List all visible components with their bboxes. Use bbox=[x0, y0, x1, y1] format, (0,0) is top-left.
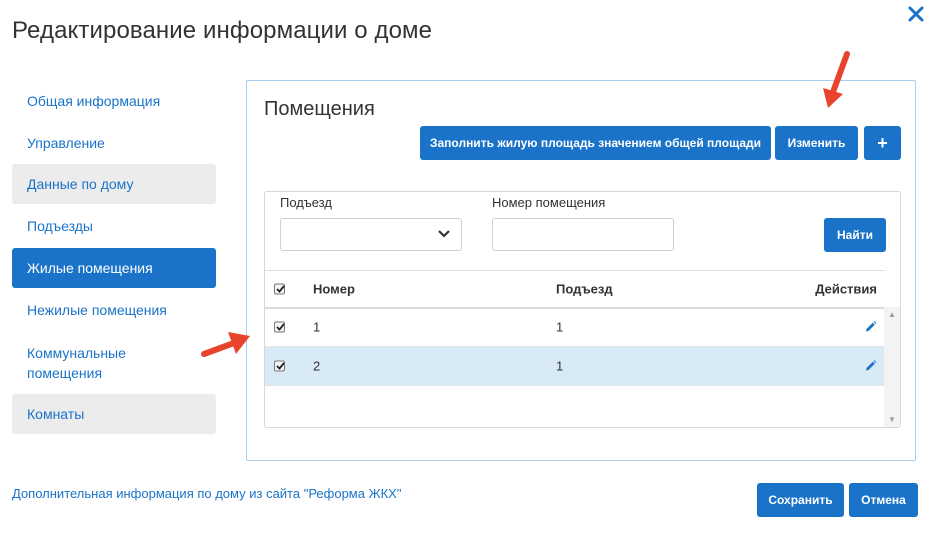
pencil-icon[interactable] bbox=[864, 321, 877, 334]
col-entrance-header[interactable]: Подъезд bbox=[556, 282, 613, 297]
table-scrollbar[interactable]: ▲ ▼ bbox=[884, 307, 900, 427]
sidebar-nav: Общая информация Управление Данные по до… bbox=[12, 80, 216, 434]
entrance-label: Подъезд bbox=[280, 195, 332, 210]
table-header: Номер Подъезд Действия bbox=[265, 270, 885, 309]
sidebar-item-house-data[interactable]: Данные по дому bbox=[12, 164, 216, 204]
reform-zhkh-link[interactable]: Дополнительная информация по дому из сай… bbox=[12, 486, 401, 501]
room-number-input[interactable] bbox=[492, 218, 674, 251]
save-button[interactable]: Сохранить bbox=[757, 483, 844, 517]
row-checkbox[interactable] bbox=[274, 360, 285, 372]
sidebar-item-general-info[interactable]: Общая информация bbox=[12, 80, 216, 122]
dialog-title: Редактирование информации о доме bbox=[12, 17, 433, 44]
sidebar-item-nonresidential[interactable]: Нежилые помещения bbox=[12, 288, 216, 332]
table-row[interactable]: 1 1 bbox=[265, 308, 885, 347]
select-all-checkbox[interactable] bbox=[274, 283, 285, 295]
annotation-arrow-icon bbox=[823, 51, 850, 108]
add-button[interactable]: + bbox=[864, 126, 901, 160]
fill-living-area-button[interactable]: Заполнить жилую площадь значением общей … bbox=[420, 126, 771, 160]
edit-button[interactable]: Изменить bbox=[775, 126, 858, 160]
sidebar-item-rooms[interactable]: Комнаты bbox=[12, 394, 216, 434]
room-number-label: Номер помещения bbox=[492, 195, 606, 210]
col-actions-header: Действия bbox=[815, 281, 877, 297]
sidebar-item-residential[interactable]: Жилые помещения bbox=[12, 248, 216, 288]
panel-title: Помещения bbox=[264, 98, 375, 120]
table-row[interactable]: 2 1 bbox=[265, 347, 885, 386]
row-checkbox[interactable] bbox=[274, 321, 285, 333]
row-entrance: 1 bbox=[556, 319, 564, 335]
row-number: 2 bbox=[313, 358, 321, 374]
rooms-panel: Помещения Заполнить жилую площадь значен… bbox=[246, 80, 916, 461]
sidebar-item-management[interactable]: Управление bbox=[12, 122, 216, 164]
row-number: 1 bbox=[313, 319, 321, 335]
close-icon[interactable] bbox=[905, 3, 927, 25]
cancel-button[interactable]: Отмена bbox=[849, 483, 918, 517]
col-number-header[interactable]: Номер bbox=[313, 282, 355, 297]
sidebar-item-communal[interactable]: Коммунальные помещения bbox=[12, 332, 216, 394]
chevron-down-icon bbox=[438, 230, 450, 238]
row-entrance: 1 bbox=[556, 358, 564, 374]
entrance-select[interactable] bbox=[280, 218, 462, 251]
sidebar-item-entrances[interactable]: Подъезды bbox=[12, 204, 216, 248]
rooms-table-block: Подъезд Номер помещения Найти Номер Подъ… bbox=[264, 191, 901, 428]
find-button[interactable]: Найти bbox=[824, 218, 886, 252]
annotation-arrow-icon bbox=[201, 332, 250, 357]
pencil-icon[interactable] bbox=[864, 360, 877, 373]
scroll-down-icon[interactable]: ▼ bbox=[888, 416, 896, 424]
scroll-up-icon[interactable]: ▲ bbox=[888, 311, 896, 319]
